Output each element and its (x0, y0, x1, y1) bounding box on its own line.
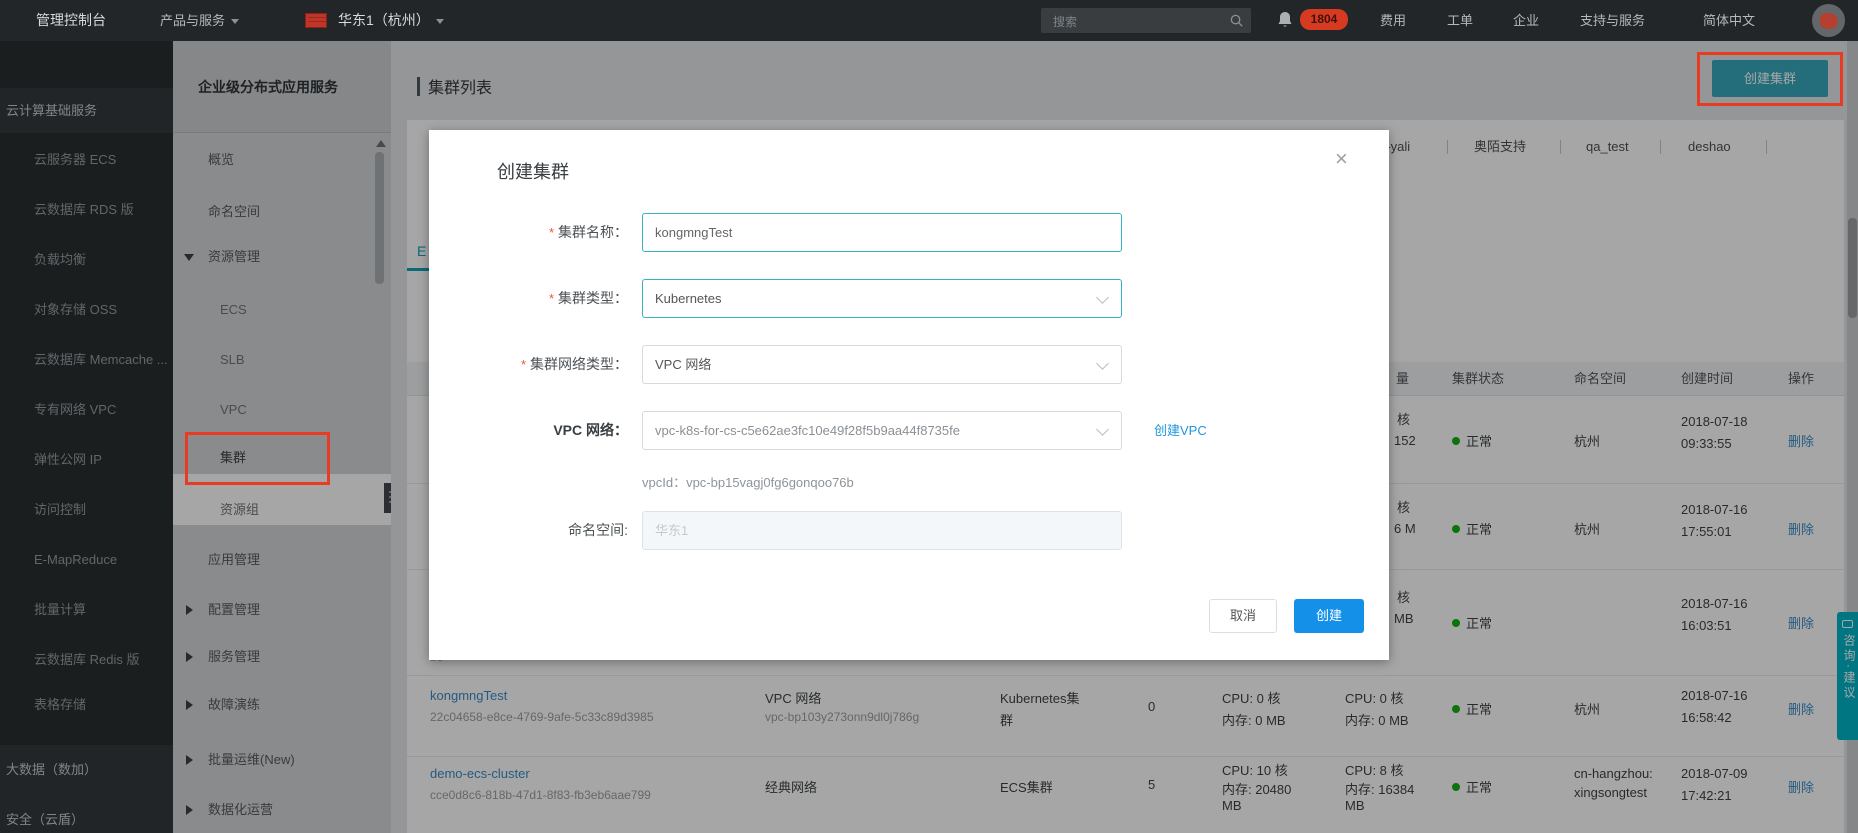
caret-down-icon (436, 19, 444, 24)
region-flag-icon (305, 13, 327, 28)
avatar[interactable] (1812, 4, 1845, 37)
required-mark: * (549, 225, 554, 240)
field-label-vpc: VPC 网络： (429, 420, 628, 440)
vpc-select[interactable]: vpc-k8s-for-cs-c5e62ae3fc10e49f28f5b9aa4… (642, 411, 1122, 450)
namespace-field (642, 511, 1122, 550)
search-icon[interactable] (1229, 13, 1244, 28)
close-icon[interactable]: × (1335, 148, 1348, 170)
cluster-name-input[interactable] (643, 214, 1121, 251)
cancel-button[interactable]: 取消 (1209, 599, 1277, 633)
topbar: 管理控制台 产品与服务 华东1（杭州） 1804 费用 工单 企业 支持与服务 … (0, 0, 1858, 41)
cluster-name-field (642, 213, 1122, 252)
bell-icon[interactable] (1276, 11, 1294, 30)
create-vpc-link[interactable]: 创建VPC (1154, 411, 1207, 450)
create-button[interactable]: 创建 (1294, 599, 1364, 633)
selected-value: VPC 网络 (655, 346, 711, 383)
annotation-box-cluster-nav (185, 432, 330, 485)
chevron-down-icon (1096, 357, 1109, 370)
field-label-cluster-name: *集群名称： (429, 222, 628, 243)
required-mark: * (549, 291, 554, 306)
dialog-title: 创建集群 (497, 158, 569, 184)
namespace-input (643, 512, 1121, 549)
field-label-network-type: *集群网络类型： (429, 354, 628, 375)
chevron-down-icon (1096, 291, 1109, 304)
vpc-id-hint: vpcId：vpc-bp15vagj0fg6gonqoo76b (642, 472, 854, 491)
selected-value: vpc-k8s-for-cs-c5e62ae3fc10e49f28f5b9aa4… (655, 412, 960, 449)
topbar-link-enterprise[interactable]: 企业 (1513, 0, 1539, 41)
field-label-cluster-type: *集群类型： (429, 288, 628, 309)
topbar-link-support[interactable]: 支持与服务 (1580, 0, 1645, 41)
selected-value: Kubernetes (655, 280, 722, 317)
required-mark: * (521, 357, 526, 372)
field-label-namespace: 命名空间: (429, 520, 628, 540)
network-type-select[interactable]: VPC 网络 (642, 345, 1122, 384)
region-selector[interactable]: 华东1（杭州） (338, 0, 444, 41)
topbar-link-tickets[interactable]: 工单 (1447, 0, 1473, 41)
console-home-link[interactable]: 管理控制台 (36, 0, 106, 41)
products-menu[interactable]: 产品与服务 (160, 0, 239, 41)
chevron-down-icon (1096, 423, 1109, 436)
topbar-search (1041, 8, 1251, 33)
create-cluster-dialog: 创建集群 × *集群名称： *集群类型： Kubernetes *集群网络类型：… (429, 130, 1389, 660)
annotation-box-create-button (1697, 52, 1843, 106)
cluster-type-select[interactable]: Kubernetes (642, 279, 1122, 318)
topbar-link-billing[interactable]: 费用 (1380, 0, 1406, 41)
topbar-link-language[interactable]: 简体中文 (1703, 0, 1755, 41)
avatar-image (1820, 13, 1838, 29)
search-input[interactable] (1051, 8, 1225, 35)
screen: 云计算基础服务 云服务器 ECS 云数据库 RDS 版 负载均衡 对象存储 OS… (0, 0, 1858, 833)
notification-badge[interactable]: 1804 (1300, 9, 1348, 30)
caret-down-icon (231, 19, 239, 24)
